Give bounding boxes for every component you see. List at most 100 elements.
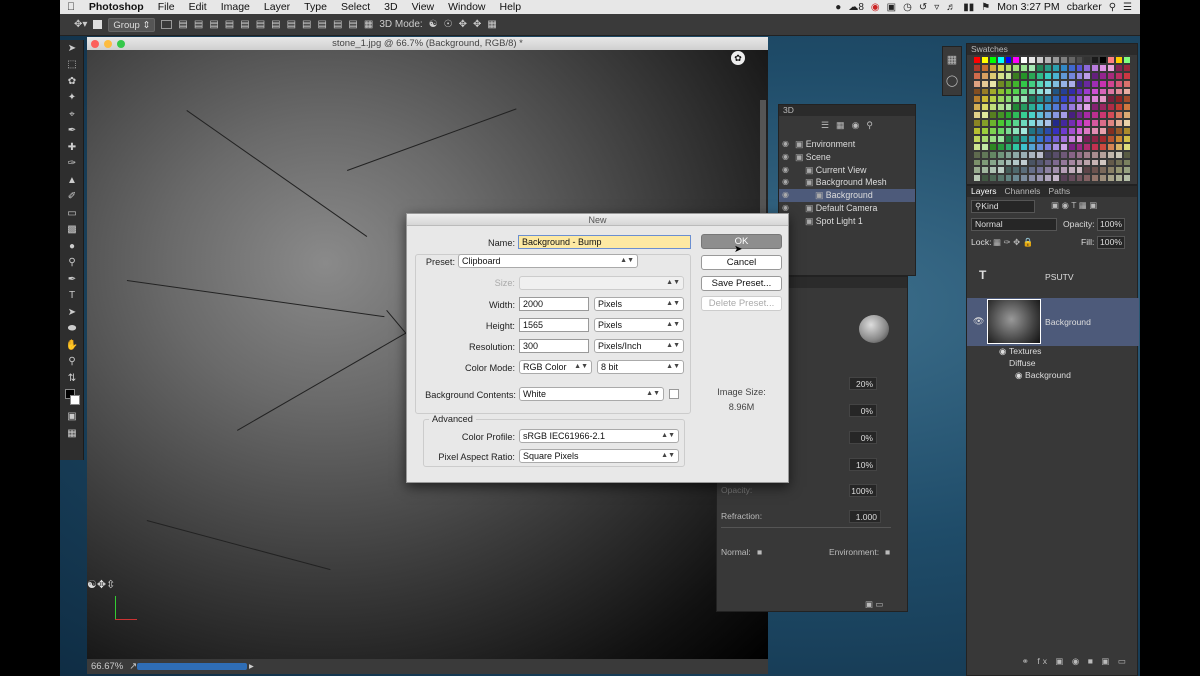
color-swatch[interactable] [1059,127,1068,135]
color-swatch[interactable] [1067,56,1076,64]
color-swatch[interactable] [996,158,1005,167]
color-swatch[interactable] [1044,134,1052,143]
color-swatch[interactable] [1107,79,1116,88]
color-swatch[interactable] [1075,87,1084,96]
3d-tree-item[interactable]: ◉ ▣ Environment [779,138,915,151]
color-swatch[interactable] [1067,79,1076,88]
dock-icon-2[interactable]: ◯ [943,74,961,87]
color-swatch[interactable] [1091,174,1100,183]
color-swatch[interactable] [973,63,981,72]
color-swatch[interactable] [988,119,997,128]
filter-icons[interactable]: ▣ ◉ T ▦ ▣ [1051,200,1097,211]
color-swatch[interactable] [973,166,981,175]
color-swatch[interactable] [1083,95,1092,104]
color-swatch[interactable] [1059,71,1068,80]
diffuse-row[interactable]: Diffuse [967,358,1139,370]
color-swatch[interactable] [1036,174,1045,183]
color-swatch[interactable] [1107,150,1116,159]
color-swatch[interactable] [1059,166,1068,175]
menu-view[interactable]: View [405,1,442,13]
background-texture-row[interactable]: ◉ Background [967,370,1139,382]
3d-orbit-icon[interactable]: ☯ [429,19,438,30]
color-swatch[interactable] [1115,79,1123,88]
color-swatch[interactable] [1059,79,1068,88]
color-swatch[interactable] [1091,103,1100,112]
visibility-eye-icon[interactable]: ◉ [782,151,789,164]
color-swatch[interactable] [1075,119,1084,128]
color-swatch[interactable] [1004,174,1013,183]
color-swatch[interactable] [988,158,997,167]
color-swatch[interactable] [1107,71,1116,80]
visibility-eye-icon[interactable]: ◉ [782,176,789,189]
color-swatch[interactable] [1012,119,1021,128]
color-swatch[interactable] [1020,134,1029,143]
color-swatch[interactable] [1122,79,1131,88]
color-swatch[interactable] [1059,150,1068,159]
color-swatch[interactable] [1099,127,1108,135]
color-swatch[interactable] [1075,158,1084,167]
path-select-tool-icon[interactable]: ➤ [60,304,84,321]
color-swatch[interactable] [1115,166,1123,175]
color-swatch[interactable] [996,119,1005,128]
notification-icon[interactable]: ● [835,2,841,13]
color-swatch[interactable] [1036,150,1045,159]
color-swatch[interactable] [1012,56,1021,64]
color-swatch[interactable] [1091,56,1100,64]
textures-eye-icon[interactable]: ◉ [999,346,1007,357]
color-swatch[interactable] [988,150,997,159]
color-swatch[interactable] [1115,142,1123,151]
color-swatch[interactable] [1115,63,1123,72]
apple-icon[interactable]:  [60,1,82,13]
color-swatch[interactable] [1028,142,1037,151]
color-swatch[interactable] [1091,166,1100,175]
swap-colors-icon[interactable]: ⇅ [60,370,84,387]
color-swatch[interactable] [996,71,1005,80]
color-swatch[interactable] [1004,127,1013,135]
dock-icon-1[interactable]: ▦ [943,53,961,66]
blend-mode-dropdown[interactable]: Normal [971,218,1057,231]
color-swatch[interactable] [980,150,989,159]
color-swatch[interactable] [1115,71,1123,80]
color-swatch[interactable] [973,142,981,151]
color-swatch[interactable] [1122,95,1131,104]
align-middle-icon[interactable]: ▤ [194,19,203,30]
color-swatch[interactable] [1107,166,1116,175]
color-swatch[interactable] [1036,95,1045,104]
color-swatch[interactable] [988,127,997,135]
layer-row-type[interactable]: T PSUTV [967,264,1139,288]
color-swatch[interactable] [1020,103,1029,112]
color-swatch[interactable] [996,56,1005,64]
color-swatch[interactable] [1107,95,1116,104]
close-window-button[interactable] [91,40,99,48]
color-swatch[interactable] [1051,127,1060,135]
dodge-tool-icon[interactable]: ⚲ [60,255,84,272]
color-swatch[interactable] [1067,134,1076,143]
color-swatch[interactable] [1044,71,1052,80]
color-swatch[interactable] [973,111,981,120]
eyedropper-tool-icon[interactable]: ✒ [60,123,84,140]
color-swatch[interactable] [996,134,1005,143]
color-swatch[interactable] [1083,79,1092,88]
color-swatch[interactable] [1012,95,1021,104]
color-swatch[interactable] [1036,134,1045,143]
material-preview-sphere[interactable] [859,315,889,343]
color-swatch[interactable] [1122,174,1131,183]
color-swatch[interactable] [988,142,997,151]
color-swatch[interactable] [1044,95,1052,104]
color-swatch[interactable] [1012,111,1021,120]
color-swatch[interactable] [973,95,981,104]
color-swatch[interactable] [988,134,997,143]
color-swatch[interactable] [1036,79,1045,88]
color-swatch[interactable] [973,174,981,183]
hand-tool-icon[interactable]: ✋ [60,337,84,354]
color-swatch[interactable] [1028,71,1037,80]
blur-tool-icon[interactable]: ● [60,238,84,255]
color-swatch[interactable] [1075,111,1084,120]
lights-icon[interactable]: ⚲ [866,120,873,131]
pixel-aspect-ratio-dropdown[interactable]: Square Pixels ▲▼ [519,449,679,463]
visibility-eye-icon[interactable]: ◉ [782,164,789,177]
color-swatch[interactable] [1083,87,1092,96]
color-swatch[interactable] [1067,127,1076,135]
color-swatch[interactable] [980,142,989,151]
color-swatch[interactable] [988,56,997,64]
